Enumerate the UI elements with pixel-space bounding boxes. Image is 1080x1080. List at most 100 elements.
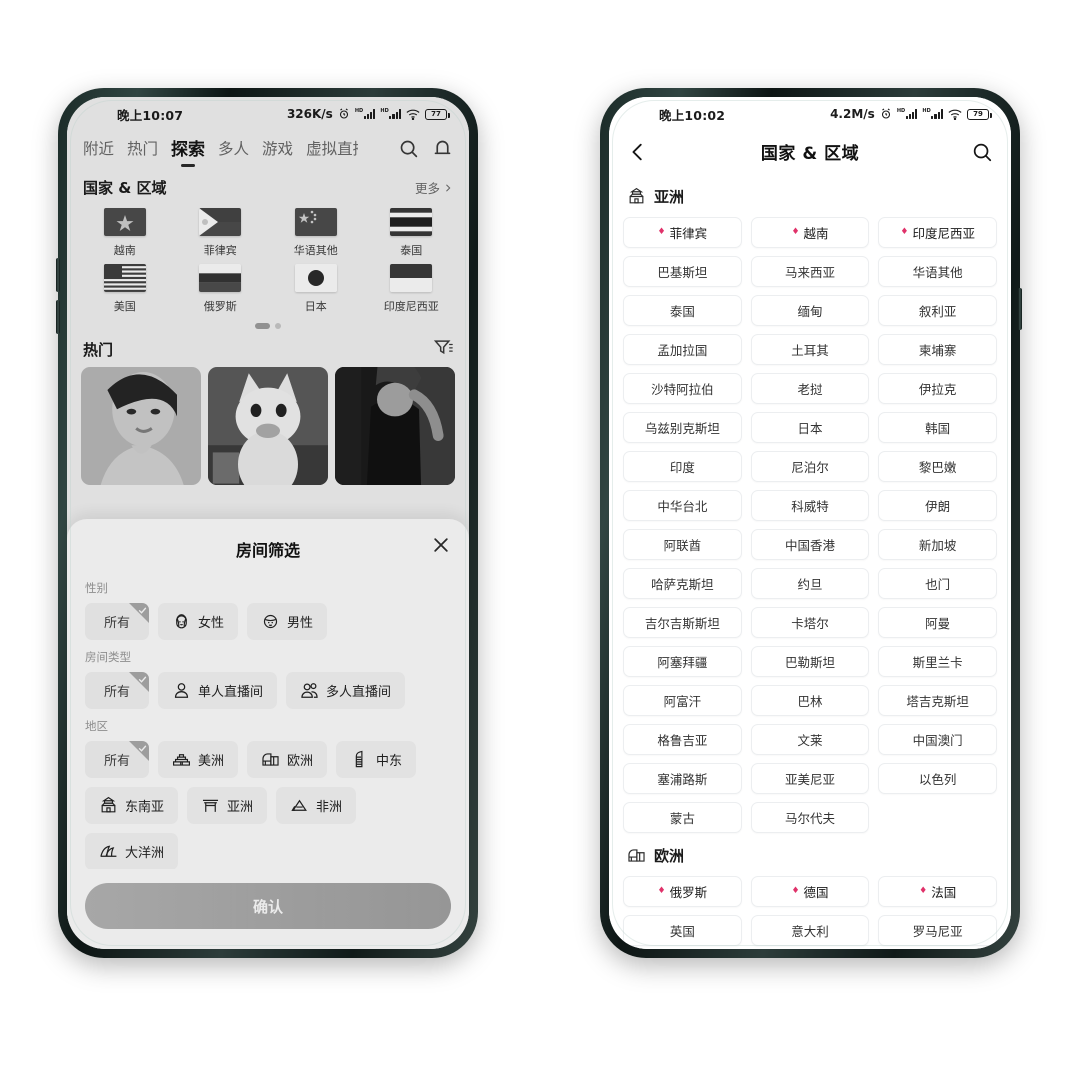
country-button[interactable]: 马来西亚 [750,256,870,287]
country-button[interactable]: 意大利 [750,915,870,946]
country-button[interactable]: 卡塔尔 [750,607,870,638]
flag-item-indonesia[interactable]: 印度尼西亚 [364,264,460,314]
flag-item-japan[interactable]: 日本 [268,264,364,314]
country-button[interactable]: 中国澳门 [878,724,997,755]
country-button[interactable]: 乌兹别克斯坦 [623,412,742,443]
close-icon[interactable] [431,535,451,555]
country-button[interactable]: 文莱 [750,724,870,755]
country-button[interactable]: 韩国 [878,412,997,443]
chip-roomtype-single[interactable]: 单人直播间 [158,672,278,709]
country-button[interactable]: 老挝 [750,373,870,404]
country-button[interactable]: 阿富汗 [623,685,742,716]
tab-nearby[interactable]: 附近 [83,137,114,168]
country-button[interactable]: ♦ 德国 [750,876,870,907]
country-button[interactable]: ♦ 俄罗斯 [623,876,742,907]
country-button[interactable]: 马尔代夫 [750,802,870,833]
chip-region-southeast-asia[interactable]: 东南亚 [85,787,179,824]
country-button[interactable]: 也门 [878,568,997,599]
chip-region-americas[interactable]: 美洲 [158,741,239,778]
tab-explore[interactable]: 探索 [171,135,205,169]
country-button[interactable]: 哈萨克斯坦 [623,568,742,599]
country-button[interactable]: 蒙古 [623,802,742,833]
chip-gender-male[interactable]: 男性 [247,603,328,640]
country-button[interactable]: 巴勒斯坦 [750,646,870,677]
flag-item-china[interactable]: 华语其他 [268,208,364,258]
filter-icon[interactable] [433,337,453,361]
tab-virtual-live[interactable]: 虚拟直播 [306,137,358,168]
country-button[interactable]: 伊朗 [878,490,997,521]
country-button[interactable]: 科威特 [750,490,870,521]
search-icon[interactable] [971,141,993,163]
country-button[interactable]: 阿塞拜疆 [623,646,742,677]
country-button[interactable]: ♦ 印度尼西亚 [878,217,997,248]
country-button[interactable]: 孟加拉国 [623,334,742,365]
chip-region-europe[interactable]: 欧洲 [247,741,328,778]
country-button[interactable]: 塞浦路斯 [623,763,742,794]
chevron-left-icon[interactable] [627,141,649,163]
chip-region-oceania[interactable]: 大洋洲 [85,833,179,869]
country-button[interactable]: ♦ 越南 [750,217,870,248]
country-button[interactable]: 约旦 [750,568,870,599]
country-button[interactable]: 叙利亚 [878,295,997,326]
country-button[interactable]: 格鲁吉亚 [623,724,742,755]
country-list[interactable]: 亚洲 ♦ 菲律宾 ♦ 越南 ♦ 印度尼西亚 巴基斯坦 马来西亚 华语其他 泰国 缅甸 叙利亚 孟加拉国土… [609,174,1011,949]
country-button[interactable]: 中华台北 [623,490,742,521]
country-button[interactable]: 英国 [623,915,742,946]
country-button[interactable]: 罗马尼亚 [878,915,997,946]
flag-item-philippines[interactable]: 菲律宾 [173,208,269,258]
country-label: 越南 [803,226,829,241]
more-link[interactable]: 更多 [415,178,453,197]
country-button[interactable]: 中国香港 [750,529,870,560]
thumbnail-card[interactable] [81,367,201,485]
country-button[interactable]: 土耳其 [750,334,870,365]
country-button[interactable]: 巴林 [750,685,870,716]
country-button[interactable]: 亚美尼亚 [750,763,870,794]
country-button[interactable]: 尼泊尔 [750,451,870,482]
power-button[interactable] [1018,288,1022,330]
country-button[interactable]: 黎巴嫩 [878,451,997,482]
country-button[interactable]: 缅甸 [750,295,870,326]
country-button[interactable]: ♦ 法国 [878,876,997,907]
country-button[interactable]: 塔吉克斯坦 [878,685,997,716]
chip-gender-all[interactable]: 所有 [85,603,149,640]
country-button[interactable]: 阿联酋 [623,529,742,560]
country-button[interactable]: 日本 [750,412,870,443]
bell-icon[interactable] [432,138,453,159]
country-label: 伊朗 [925,499,951,514]
country-button[interactable]: ♦ 菲律宾 [623,217,742,248]
carousel-dot-active[interactable] [255,323,270,329]
flag-item-vietnam[interactable]: 越南 [77,208,173,258]
volume-up-button[interactable] [56,258,60,292]
thumbnail-card[interactable] [208,367,328,485]
search-icon[interactable] [398,138,419,159]
tab-multi[interactable]: 多人 [218,137,249,168]
country-button[interactable]: 泰国 [623,295,742,326]
chip-region-africa[interactable]: 非洲 [276,787,357,824]
tab-game[interactable]: 游戏 [262,137,293,168]
country-button[interactable]: 吉尔吉斯斯坦 [623,607,742,638]
chip-region-asia[interactable]: 亚洲 [187,787,268,824]
chip-region-all[interactable]: 所有 [85,741,149,778]
country-button[interactable]: 印度 [623,451,742,482]
chip-roomtype-all[interactable]: 所有 [85,672,149,709]
carousel-dot[interactable] [275,323,281,329]
country-button[interactable]: 新加坡 [878,529,997,560]
country-button[interactable]: 斯里兰卡 [878,646,997,677]
country-button[interactable]: 华语其他 [878,256,997,287]
thumbnail-card[interactable] [335,367,455,485]
country-button[interactable]: 伊拉克 [878,373,997,404]
country-button[interactable]: 以色列 [878,763,997,794]
chip-gender-female[interactable]: 女性 [158,603,239,640]
volume-down-button[interactable] [56,300,60,334]
country-button[interactable]: 阿曼 [878,607,997,638]
flag-item-russia[interactable]: 俄罗斯 [173,264,269,314]
country-button[interactable]: 沙特阿拉伯 [623,373,742,404]
country-button[interactable]: 巴基斯坦 [623,256,742,287]
confirm-button[interactable]: 确认 [85,883,451,929]
tab-hot[interactable]: 热门 [127,137,158,168]
country-button[interactable]: 柬埔寨 [878,334,997,365]
chip-roomtype-multi[interactable]: 多人直播间 [286,672,406,709]
chip-region-middle-east[interactable]: 中东 [336,741,417,778]
flag-item-usa[interactable]: 美国 [77,264,173,314]
flag-item-thailand[interactable]: 泰国 [364,208,460,258]
